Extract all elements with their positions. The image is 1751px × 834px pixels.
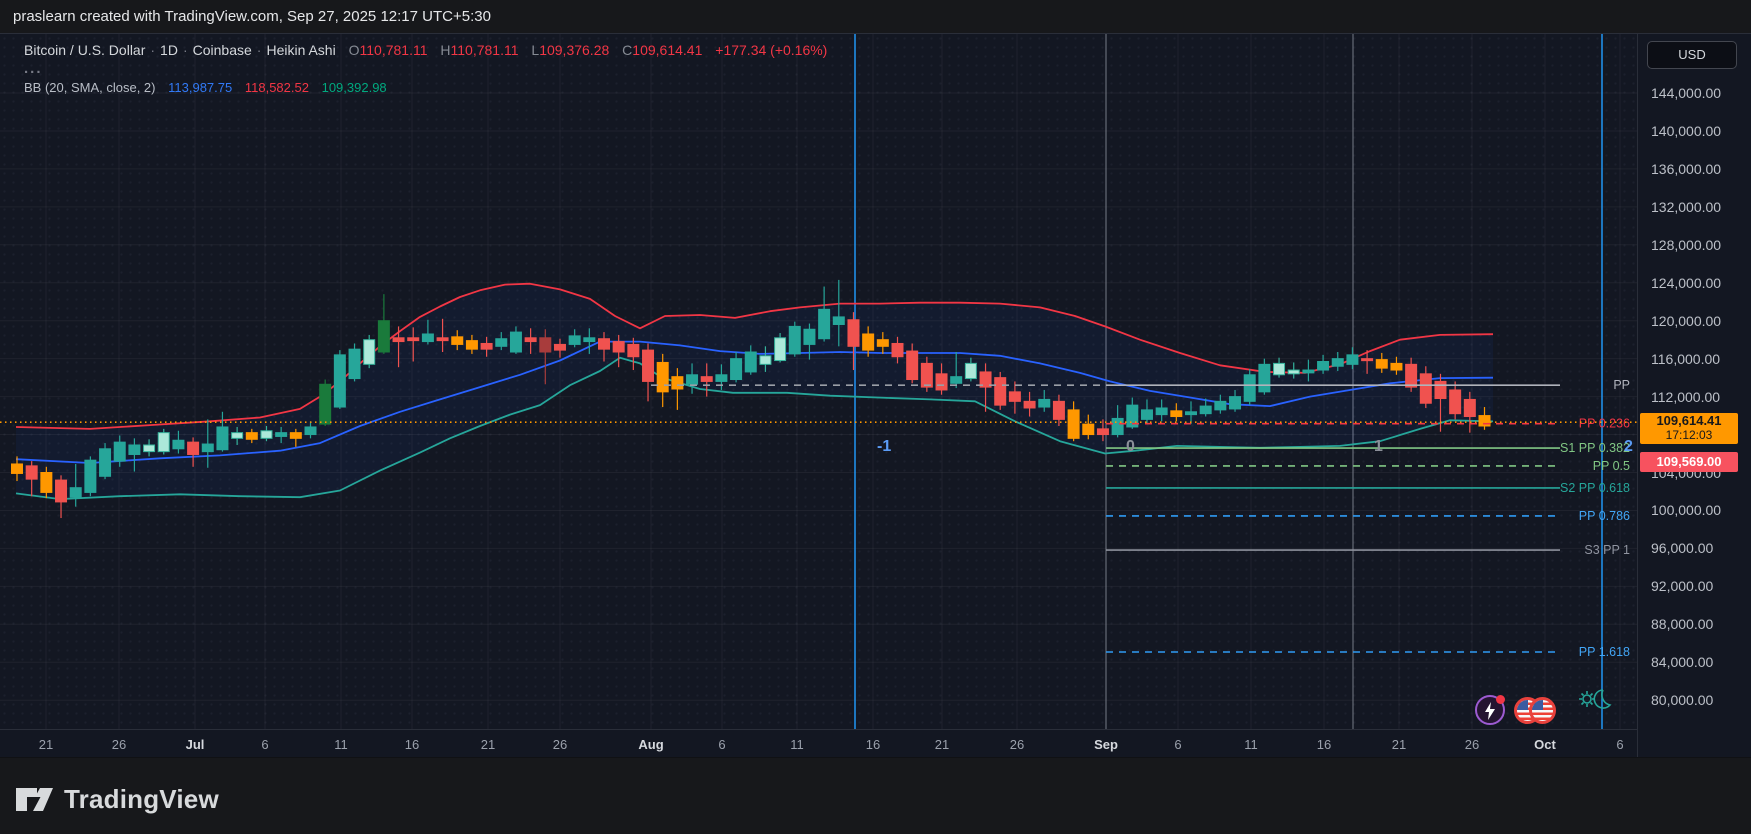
bb-basis-value: 113,987.75 — [168, 80, 232, 95]
notification-dot — [1496, 695, 1505, 704]
close-label: C — [622, 42, 632, 58]
time-axis-label: Jul — [186, 730, 205, 759]
ideas-flash-icon[interactable] — [1475, 695, 1505, 725]
bb-lower-value: 109,392.98 — [322, 80, 387, 95]
last-price-value: 109,614.41 — [1640, 413, 1738, 429]
chart-plot-area[interactable]: PP PP 0.236 S1 PP 0.382 PP 0.5 S2 PP 0.618 PP… — [0, 34, 1637, 729]
pivot-line-label: S2 PP 0.618 — [1560, 481, 1630, 495]
time-axis-label: 21 — [935, 730, 949, 759]
price-axis-label: 144,000.00 — [1651, 85, 1721, 101]
interval-label[interactable]: 1D — [160, 42, 178, 58]
change-value: +177.34 (+0.16%) — [715, 42, 827, 58]
pivot-price-label: 109,569.00 — [1640, 452, 1738, 472]
pivot-line-label: S1 PP 0.382 — [1560, 441, 1630, 455]
time-axis-label: 21 — [39, 730, 53, 759]
flag-circle-right — [1529, 697, 1556, 724]
price-axis[interactable]: USD 144,000.00 140,000.00 136,000.00 132,00… — [1637, 34, 1751, 758]
pivot-line-label: PP 0.236 — [1579, 417, 1630, 431]
price-axis-label: 128,000.00 — [1651, 237, 1721, 253]
pivot-line-label: PP 0.5 — [1593, 459, 1630, 473]
time-axis-label: 21 — [1392, 730, 1406, 759]
symbol-row[interactable]: Bitcoin / U.S. Dollar·1D·Coinbase·Heikin… — [24, 42, 827, 58]
price-axis-label: 112,000.00 — [1651, 389, 1720, 405]
chart-pane[interactable]: PP PP 0.236 S1 PP 0.382 PP 0.5 S2 PP 0.618 PP… — [0, 33, 1751, 757]
price-axis-label: 120,000.00 — [1651, 313, 1721, 329]
time-axis-label: 6 — [1174, 730, 1181, 759]
day-night-theme-icon[interactable] — [1578, 685, 1612, 711]
attribution-bar: praslearn created with TradingView.com, … — [0, 0, 1751, 33]
high-label: H — [440, 42, 450, 58]
pivot-period-label: 0 — [1126, 438, 1135, 455]
bar-countdown: 17:12:03 — [1640, 429, 1738, 442]
time-axis-label: 6 — [261, 730, 268, 759]
pivot-line-label: PP 1.618 — [1579, 645, 1630, 659]
last-price-label: 109,614.41 17:12:03 — [1640, 413, 1738, 444]
tradingview-logo-icon — [15, 787, 55, 812]
time-axis-label: Aug — [638, 730, 663, 759]
time-axis-label: 16 — [1317, 730, 1331, 759]
price-axis-label: 80,000.00 — [1651, 692, 1713, 708]
time-axis-label: 26 — [553, 730, 567, 759]
tradingview-logo[interactable]: TradingView — [15, 784, 219, 815]
chart-type-label: Heikin Ashi — [266, 42, 335, 58]
attribution-text: praslearn created with TradingView.com, … — [13, 8, 491, 25]
time-axis-label: 16 — [866, 730, 880, 759]
chart-legend[interactable]: Bitcoin / U.S. Dollar·1D·Coinbase·Heikin… — [24, 42, 827, 95]
open-label: O — [349, 42, 360, 58]
pivot-period-label: 2 — [1624, 438, 1633, 455]
time-axis-label: 21 — [481, 730, 495, 759]
time-axis-label: Oct — [1534, 730, 1556, 759]
bb-upper-value: 118,582.52 — [245, 80, 309, 95]
time-axis-label: 26 — [1465, 730, 1479, 759]
open-value: 110,781.11 — [360, 42, 428, 58]
currency-toggle-button[interactable]: USD — [1647, 41, 1737, 69]
time-axis-label: 26 — [112, 730, 126, 759]
symbol-title[interactable]: Bitcoin / U.S. Dollar — [24, 42, 145, 58]
pivot-period-label: -1 — [877, 438, 891, 455]
bb-indicator-row[interactable]: BB (20, SMA, close, 2) 113,987.75 118,58… — [24, 80, 827, 95]
time-axis-label: 11 — [1244, 730, 1258, 759]
tradingview-logo-text: TradingView — [64, 784, 219, 815]
pivot-line-label: S3 PP 1 — [1584, 543, 1630, 557]
pivot-period-label: 1 — [1374, 438, 1383, 455]
footer-bar: TradingView — [0, 757, 1751, 834]
time-axis-label: 6 — [718, 730, 725, 759]
price-axis-label: 84,000.00 — [1651, 654, 1713, 670]
pivot-line-label: PP — [1613, 378, 1630, 392]
price-axis-label: 100,000.00 — [1651, 502, 1721, 518]
close-value: 109,614.41 — [632, 42, 702, 58]
time-axis-label: 11 — [334, 730, 348, 759]
price-axis-label: 136,000.00 — [1651, 161, 1721, 177]
tradingview-chart-window: praslearn created with TradingView.com, … — [0, 0, 1751, 834]
pivot-line-label: PP 0.786 — [1579, 509, 1630, 523]
time-axis-label: 16 — [405, 730, 419, 759]
high-value: 110,781.11 — [451, 42, 519, 58]
collapsed-indicator-row[interactable]: ... — [24, 60, 827, 77]
bb-title[interactable]: BB (20, SMA, close, 2) — [24, 80, 156, 95]
us-market-flags-icon[interactable] — [1514, 697, 1558, 725]
price-axis-label: 132,000.00 — [1651, 199, 1721, 215]
time-axis-label: 6 — [1616, 730, 1623, 759]
time-axis-label: Sep — [1094, 730, 1118, 759]
low-value: 109,376.28 — [539, 42, 609, 58]
price-axis-label: 96,000.00 — [1651, 540, 1713, 556]
time-axis-label: 11 — [790, 730, 804, 759]
price-axis-label: 116,000.00 — [1651, 351, 1720, 367]
time-axis-label: 26 — [1010, 730, 1024, 759]
price-axis-label: 140,000.00 — [1651, 123, 1721, 139]
exchange-label: Coinbase — [193, 42, 252, 58]
price-axis-label: 92,000.00 — [1651, 578, 1713, 594]
time-axis[interactable]: 21 26 Jul 6 11 16 21 26 Aug 6 11 16 21 26 Sep 6 11 16 21 26… — [0, 729, 1637, 758]
price-axis-label: 124,000.00 — [1651, 275, 1721, 291]
price-axis-label: 88,000.00 — [1651, 616, 1713, 632]
